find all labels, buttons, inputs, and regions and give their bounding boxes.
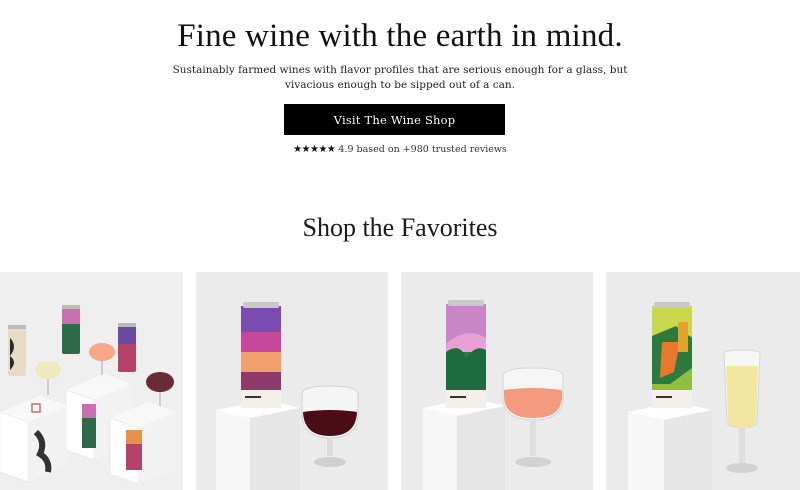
product-card-bundle[interactable] (0, 272, 183, 490)
star-rating-icon: ★★★★★ (293, 144, 336, 155)
review-rating: ★★★★★ 4.9 based on +980 trusted reviews (0, 144, 800, 155)
product-card-red[interactable] (196, 272, 388, 490)
red-wine-can-image (196, 272, 388, 490)
favorites-title: Shop the Favorites (302, 213, 498, 242)
sparkling-wine-can-image (606, 272, 800, 490)
hero-subtitle: Sustainably farmed wines with flavor pro… (172, 64, 628, 91)
visit-wine-shop-button[interactable]: Visit The Wine Shop (284, 104, 505, 135)
wine-can-bundle-image (0, 272, 183, 490)
rating-text: 4.9 based on +980 trusted reviews (338, 144, 507, 155)
hero-title: Fine wine with the earth in mind. (177, 18, 623, 54)
rose-wine-can-image (401, 272, 593, 490)
product-card-sparkling[interactable] (606, 272, 800, 490)
product-card-rose[interactable] (401, 272, 593, 490)
